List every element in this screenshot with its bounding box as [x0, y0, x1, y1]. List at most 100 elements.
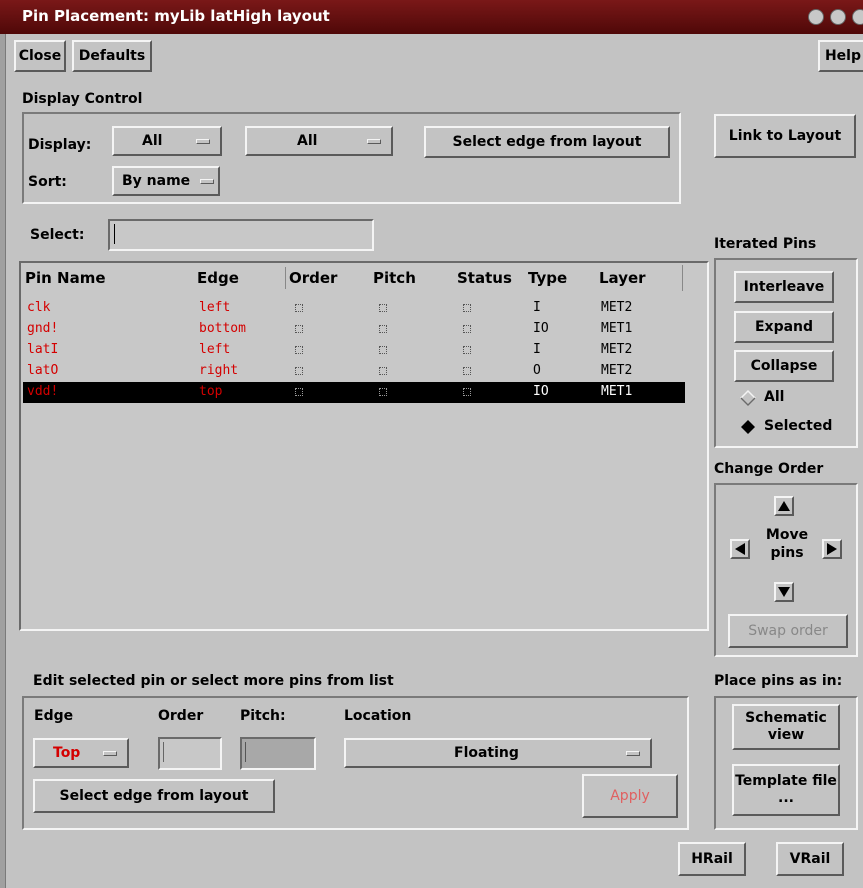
move-up-button[interactable]	[774, 496, 794, 516]
status-checkbox[interactable]	[463, 325, 471, 333]
table-row[interactable]: gnd! bottom IO MET1	[23, 319, 685, 340]
select-input[interactable]	[108, 219, 374, 251]
display-control-heading: Display Control	[22, 91, 143, 107]
column-header-type[interactable]: Type	[528, 269, 567, 287]
column-header-status[interactable]: Status	[457, 269, 512, 287]
radio-diamond-icon	[740, 390, 756, 406]
edge-label: Edge	[34, 708, 74, 724]
display-select-1-value: All	[142, 133, 163, 149]
pitch-checkbox[interactable]	[379, 367, 387, 375]
layer-cell: MET1	[601, 384, 633, 399]
order-checkbox[interactable]	[295, 346, 303, 354]
window-title: Pin Placement: myLib latHigh layout	[22, 7, 330, 25]
move-down-button[interactable]	[774, 582, 794, 602]
status-checkbox[interactable]	[463, 346, 471, 354]
arrow-up-icon	[778, 501, 790, 511]
radio-all[interactable]: All	[740, 388, 840, 408]
arrow-right-icon	[827, 543, 837, 555]
display-select-2[interactable]: All	[245, 126, 393, 156]
column-header-order[interactable]: Order	[289, 269, 337, 287]
table-row[interactable]: latI left I MET2	[23, 340, 685, 361]
type-cell: I	[533, 300, 541, 315]
vrail-button[interactable]: VRail	[776, 842, 844, 876]
order-input[interactable]	[158, 737, 222, 770]
edge-cell: left	[199, 342, 231, 357]
table-header: Pin Name Edge Order Pitch Status Type La…	[21, 263, 707, 293]
order-checkbox[interactable]	[295, 304, 303, 312]
text-cursor	[114, 224, 115, 244]
close-window-icon[interactable]	[852, 9, 863, 25]
edge-cell: right	[199, 363, 239, 378]
iterated-pins-heading: Iterated Pins	[714, 236, 817, 252]
swap-order-button[interactable]: Swap order	[728, 614, 848, 648]
hrail-button[interactable]: HRail	[678, 842, 746, 876]
pitch-checkbox[interactable]	[379, 388, 387, 396]
select-edge-from-layout-button[interactable]: Select edge from layout	[424, 126, 670, 158]
radio-selected-label: Selected	[764, 418, 833, 434]
radio-selected[interactable]: Selected	[740, 417, 850, 437]
apply-button[interactable]: Apply	[582, 774, 678, 818]
status-checkbox[interactable]	[463, 367, 471, 375]
title-bar: Pin Placement: myLib latHigh layout	[0, 0, 863, 34]
display-select-1[interactable]: All	[112, 126, 222, 156]
option-menu-icon	[200, 179, 214, 184]
collapse-button[interactable]: Collapse	[734, 350, 834, 382]
edge-select-value: Top	[53, 745, 81, 761]
schematic-view-button[interactable]: Schematic view	[732, 704, 840, 750]
edit-heading: Edit selected pin or select more pins fr…	[33, 673, 394, 689]
interleave-button[interactable]: Interleave	[734, 271, 834, 303]
text-cursor	[163, 742, 164, 762]
link-to-layout-button[interactable]: Link to Layout	[714, 114, 856, 158]
status-checkbox[interactable]	[463, 388, 471, 396]
sort-select-value: By name	[122, 173, 191, 189]
template-file-button[interactable]: Template file ...	[732, 764, 840, 816]
close-button[interactable]: Close	[14, 40, 66, 72]
option-menu-icon	[367, 139, 381, 144]
layer-cell: MET2	[601, 300, 633, 315]
pin-table[interactable]: Pin Name Edge Order Pitch Status Type La…	[19, 261, 709, 631]
option-menu-icon	[103, 751, 117, 756]
radio-diamond-filled-icon	[741, 420, 755, 434]
help-button[interactable]: Help	[818, 40, 863, 72]
pin-name-cell: latI	[27, 342, 59, 357]
table-row[interactable]: clk left I MET2	[23, 298, 685, 319]
type-cell: IO	[533, 384, 549, 399]
display-label: Display:	[28, 137, 92, 153]
column-header-pitch[interactable]: Pitch	[373, 269, 416, 287]
edge-cell: left	[199, 300, 231, 315]
location-select[interactable]: Floating	[344, 738, 652, 768]
pin-name-cell: vdd!	[27, 384, 59, 399]
pin-name-cell: latO	[27, 363, 59, 378]
pitch-checkbox[interactable]	[379, 325, 387, 333]
order-checkbox[interactable]	[295, 388, 303, 396]
order-checkbox[interactable]	[295, 367, 303, 375]
defaults-button[interactable]: Defaults	[72, 40, 152, 72]
pitch-checkbox[interactable]	[379, 304, 387, 312]
option-menu-icon	[626, 751, 640, 756]
select-label: Select:	[30, 227, 85, 243]
edge-select[interactable]: Top	[33, 738, 129, 768]
sort-select[interactable]: By name	[112, 166, 220, 196]
table-row[interactable]: vdd! top IO MET1	[23, 382, 685, 403]
maximize-icon[interactable]	[830, 9, 846, 25]
pitch-label: Pitch:	[240, 708, 286, 724]
type-cell: O	[533, 363, 541, 378]
place-pins-heading: Place pins as in:	[714, 673, 843, 689]
minimize-icon[interactable]	[808, 9, 824, 25]
display-select-2-value: All	[297, 133, 318, 149]
move-left-button[interactable]	[730, 539, 750, 559]
status-checkbox[interactable]	[463, 304, 471, 312]
column-header-layer[interactable]: Layer	[599, 269, 646, 287]
expand-button[interactable]: Expand	[734, 311, 834, 343]
column-header-edge[interactable]: Edge	[197, 269, 239, 287]
arrow-left-icon	[735, 543, 745, 555]
pitch-checkbox[interactable]	[379, 346, 387, 354]
sort-label: Sort:	[28, 174, 67, 190]
layer-cell: MET2	[601, 363, 633, 378]
pitch-input[interactable]	[240, 737, 316, 770]
edit-select-edge-button[interactable]: Select edge from layout	[33, 779, 275, 813]
column-header-pin-name[interactable]: Pin Name	[25, 269, 106, 287]
order-checkbox[interactable]	[295, 325, 303, 333]
table-row[interactable]: latO right O MET2	[23, 361, 685, 382]
move-right-button[interactable]	[822, 539, 842, 559]
